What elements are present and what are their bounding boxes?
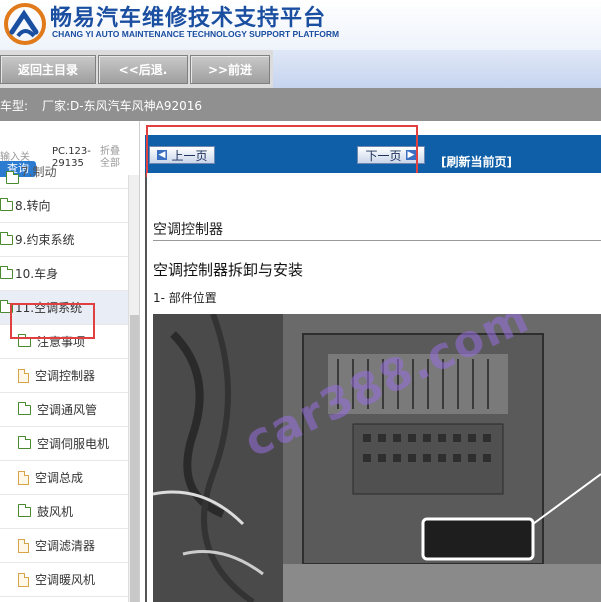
document-icon bbox=[18, 368, 29, 383]
folder-icon bbox=[0, 265, 13, 279]
folder-icon bbox=[0, 197, 13, 211]
model-bar: 车型: 厂家:D-东风汽车风神A92016 bbox=[0, 88, 601, 121]
tree-item-ac-assembly[interactable]: 空调总成 bbox=[0, 461, 128, 495]
app-header: 畅易汽车维修技术支持平台 CHANG YI AUTO MAINTENANCE T… bbox=[0, 0, 601, 50]
model-value: 厂家:D-东风汽车风神A92016 bbox=[42, 99, 202, 113]
tree-item-label: 10.车身 bbox=[15, 267, 59, 281]
document-icon bbox=[18, 572, 29, 587]
tree-scrollbar[interactable] bbox=[128, 175, 139, 602]
tree-item-label: 空调总成 bbox=[35, 471, 84, 485]
subsection-title: 空调控制器拆卸与安装 bbox=[153, 261, 304, 279]
app-subtitle: CHANG YI AUTO MAINTENANCE TECHNOLOGY SUP… bbox=[52, 29, 340, 39]
section-divider bbox=[153, 240, 601, 241]
component-photo: car388.com bbox=[153, 314, 601, 602]
tree-item-ac-duct[interactable]: 空调通风管 bbox=[0, 393, 128, 427]
tree-item-label: 空调通风管 bbox=[37, 403, 98, 417]
tab-fold-all[interactable]: 折叠 全部 bbox=[100, 146, 120, 170]
tree-item-ac-filter[interactable]: 空调滤清器 bbox=[0, 529, 128, 563]
refresh-link[interactable]: [刷新当前页] bbox=[441, 153, 512, 170]
tree-item-label: 空调伺服电机 bbox=[37, 437, 110, 451]
logo-icon bbox=[4, 3, 46, 45]
folder-icon bbox=[0, 231, 13, 245]
tree-item-label: 9.约束系统 bbox=[15, 233, 75, 247]
nav-bar: 返回主目录 <<后退. >>前进 bbox=[0, 50, 601, 88]
folder-icon bbox=[6, 170, 19, 184]
back-button[interactable]: <<后退. bbox=[98, 55, 188, 84]
tree-item-ac-servo[interactable]: 空调伺服电机 bbox=[0, 427, 128, 461]
tree-item-brake[interactable]: 7.制动 bbox=[0, 165, 128, 189]
tree-item-ac-heater[interactable]: 空调暖风机 bbox=[0, 563, 128, 597]
folder-icon bbox=[18, 401, 31, 415]
forward-button[interactable]: >>前进 bbox=[190, 55, 270, 84]
tree-item-body[interactable]: 10.车身 bbox=[0, 257, 128, 291]
section-title: 空调控制器 bbox=[153, 222, 223, 238]
tree-item-label: 空调滤清器 bbox=[35, 539, 96, 553]
tree-item-steering[interactable]: 8.转向 bbox=[0, 189, 128, 223]
app-title: 畅易汽车维修技术支持平台 bbox=[50, 6, 327, 31]
document-icon bbox=[18, 470, 29, 485]
tree-item-label: 7.制动 bbox=[21, 165, 57, 179]
part-location-heading: 1- 部件位置 bbox=[153, 291, 217, 305]
scroll-thumb[interactable] bbox=[130, 315, 139, 602]
tree-item-restraint[interactable]: 9.约束系统 bbox=[0, 223, 128, 257]
tree-item-ac-controller[interactable]: 空调控制器 bbox=[0, 359, 128, 393]
highlight-box-pager bbox=[146, 125, 418, 177]
tree-item-label: 空调暖风机 bbox=[35, 573, 96, 587]
left-panel: 输入关 查询 PC.123- 29135 折叠 全部 7.制动 8.转向 9.约… bbox=[0, 121, 140, 602]
tree-item-label: 8.转向 bbox=[15, 199, 51, 213]
tree-item-label: 鼓风机 bbox=[37, 505, 74, 519]
main-content: ◀ 上一页 下一页 ▶ [刷新当前页] 空调控制器 空调控制器拆卸与安装 1- 部件… bbox=[141, 121, 601, 602]
document-area: 空调控制器 空调控制器拆卸与安装 1- 部件位置 car388.com bbox=[147, 173, 601, 602]
nav-bar-fill bbox=[273, 50, 601, 88]
model-label: 车型: bbox=[0, 99, 29, 113]
home-button[interactable]: 返回主目录 bbox=[0, 55, 96, 84]
tree-item-blower[interactable]: 鼓风机 bbox=[0, 495, 128, 529]
tree-item-label: 空调控制器 bbox=[35, 369, 96, 383]
folder-icon bbox=[18, 435, 31, 449]
tab-pc[interactable]: PC.123- 29135 bbox=[52, 146, 91, 170]
highlight-box-tree bbox=[10, 303, 95, 339]
folder-icon bbox=[18, 503, 31, 517]
document-icon bbox=[18, 538, 29, 553]
